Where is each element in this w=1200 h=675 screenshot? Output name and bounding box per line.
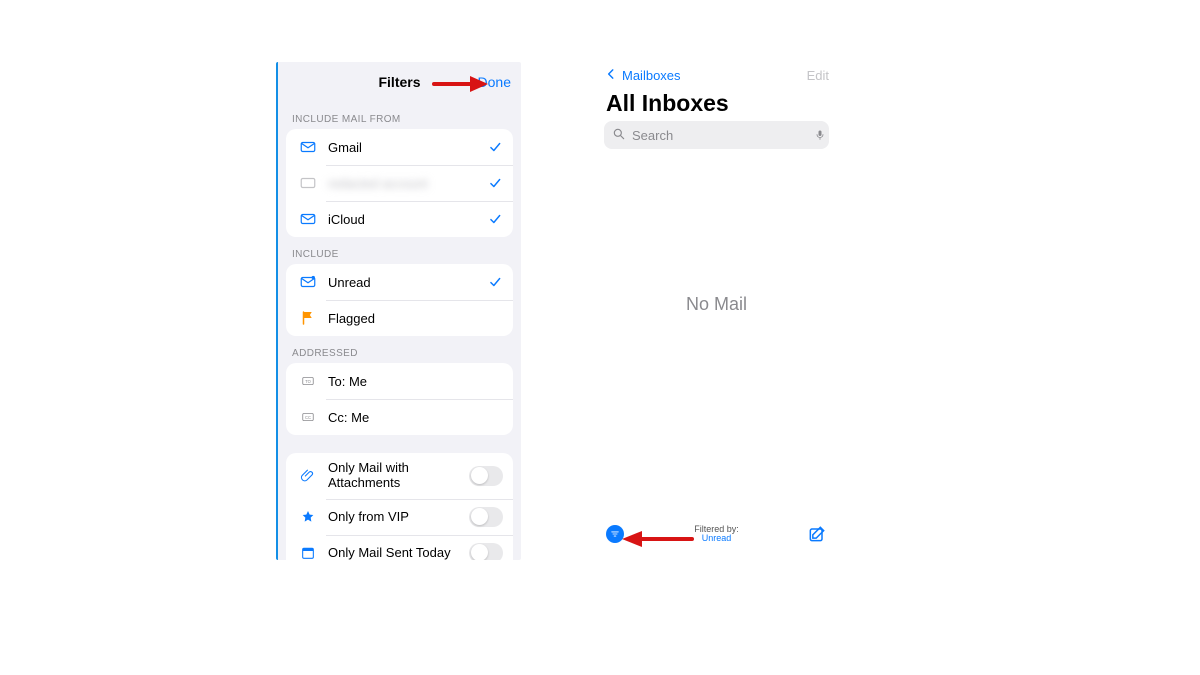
addressed-group: TO To: Me CC Cc: Me (286, 363, 513, 435)
search-icon (612, 127, 626, 144)
account-label: iCloud (328, 212, 477, 227)
include-label: Unread (328, 275, 477, 290)
page-title: All Inboxes (594, 88, 839, 121)
done-button[interactable]: Done (478, 74, 511, 90)
filter-status[interactable]: Filtered by: Unread (694, 525, 739, 544)
filters-panel: Filters Done INCLUDE MAIL FROM Gmail red… (276, 62, 521, 560)
filter-active-button[interactable] (606, 525, 624, 543)
checkmark-icon (487, 274, 503, 290)
nav-bar: Mailboxes Edit (594, 62, 839, 88)
svg-text:TO: TO (305, 379, 311, 384)
account-row-gmail[interactable]: Gmail (286, 129, 513, 165)
options-group: Only Mail with Attachments Only from VIP… (286, 453, 513, 560)
back-label: Mailboxes (622, 68, 681, 83)
cc-icon: CC (298, 407, 318, 427)
checkmark-icon (487, 139, 503, 155)
filters-title: Filters (378, 74, 420, 90)
option-vip[interactable]: Only from VIP (286, 499, 513, 535)
filtered-by-value: Unread (694, 534, 739, 543)
option-label: Only from VIP (328, 509, 459, 524)
checkmark-icon (487, 175, 503, 191)
include-row-flagged[interactable]: Flagged (286, 300, 513, 336)
account-row-icloud[interactable]: iCloud (286, 201, 513, 237)
account-row-redacted[interactable]: redacted account (286, 165, 513, 201)
microphone-icon[interactable] (814, 128, 826, 142)
addressed-label: To: Me (328, 374, 503, 389)
inbox-panel: Mailboxes Edit All Inboxes No Mail Filte… (594, 62, 839, 560)
include-label: Flagged (328, 311, 503, 326)
toggle-attachments[interactable] (469, 466, 503, 486)
option-today[interactable]: Only Mail Sent Today (286, 535, 513, 560)
option-label: Only Mail Sent Today (328, 545, 459, 560)
checkmark-icon (487, 211, 503, 227)
svg-text:CC: CC (305, 415, 311, 420)
include-group: Unread Flagged (286, 264, 513, 336)
mailbox-icon (298, 137, 318, 157)
compose-button[interactable] (807, 524, 827, 544)
section-include: INCLUDE (278, 237, 521, 264)
chevron-left-icon (604, 67, 618, 84)
toggle-today[interactable] (469, 543, 503, 560)
section-include-mail-from: INCLUDE MAIL FROM (278, 102, 521, 129)
addressed-row-to[interactable]: TO To: Me (286, 363, 513, 399)
star-icon (298, 507, 318, 527)
accounts-group: Gmail redacted account iCloud (286, 129, 513, 237)
addressed-label: Cc: Me (328, 410, 503, 425)
toggle-vip[interactable] (469, 507, 503, 527)
option-attachments[interactable]: Only Mail with Attachments (286, 453, 513, 499)
account-label: Gmail (328, 140, 477, 155)
paperclip-icon (298, 466, 318, 486)
search-bar[interactable] (604, 121, 829, 149)
search-input[interactable] (632, 128, 808, 143)
toolbar: Filtered by: Unread (594, 518, 839, 550)
unread-icon (298, 272, 318, 292)
mailbox-icon (298, 209, 318, 229)
calendar-icon (298, 543, 318, 560)
addressed-row-cc[interactable]: CC Cc: Me (286, 399, 513, 435)
empty-state: No Mail (594, 294, 839, 315)
to-icon: TO (298, 371, 318, 391)
account-label: redacted account (328, 176, 477, 191)
back-button[interactable]: Mailboxes (604, 67, 681, 84)
mailbox-icon (298, 173, 318, 193)
include-row-unread[interactable]: Unread (286, 264, 513, 300)
edit-button[interactable]: Edit (807, 68, 829, 83)
section-addressed: ADDRESSED (278, 336, 521, 363)
flag-icon (298, 308, 318, 328)
option-label: Only Mail with Attachments (328, 461, 459, 491)
filters-header: Filters Done (278, 62, 521, 102)
